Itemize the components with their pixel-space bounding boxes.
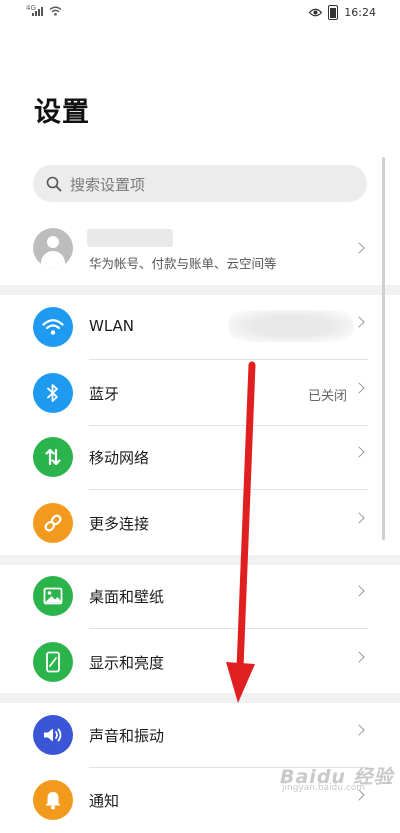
arrow-shaft	[236, 361, 256, 672]
watermark-url: jingyan.baidu.com	[282, 783, 366, 793]
watermark: Baidu 经验 jingyan.baidu.com	[280, 762, 394, 793]
arrow-head	[226, 662, 255, 703]
scroll-down-arrow-annotation	[226, 361, 256, 703]
